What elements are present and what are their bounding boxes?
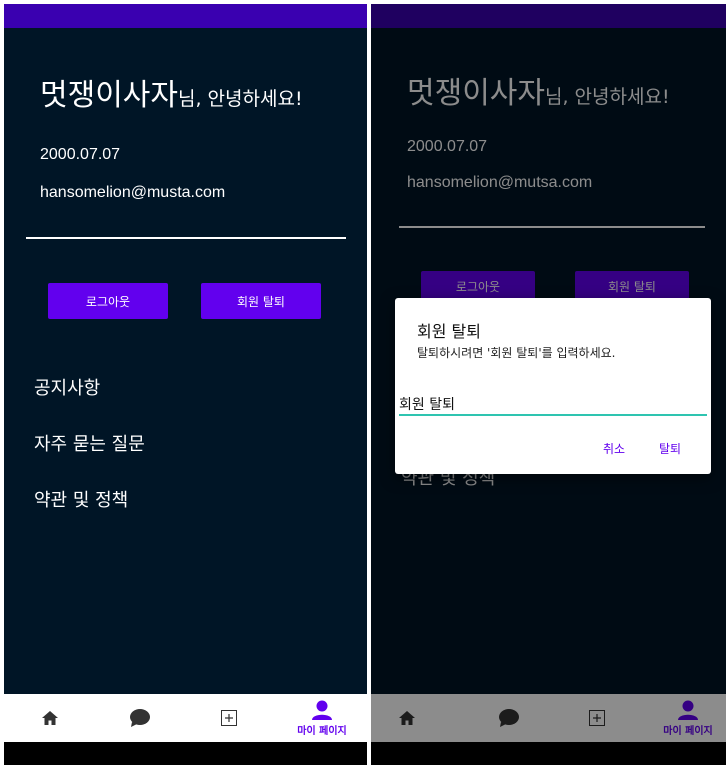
menu-item-terms[interactable]: 약관 및 정책: [34, 486, 128, 512]
withdraw-button[interactable]: 회원 탈퇴: [201, 283, 321, 319]
phone-screen-mypage: 멋쟁이사자님, 안녕하세요! 2000.07.07 hansomelion@mu…: [4, 4, 367, 765]
status-bar: [4, 4, 367, 28]
dialog-message: 탈퇴하시려면 '회원 탈퇴'를 입력하세요.: [417, 346, 616, 360]
menu-item-faq[interactable]: 자주 묻는 질문: [34, 430, 145, 456]
nav-mypage[interactable]: 마이 페이지: [287, 694, 357, 742]
greeting: 멋쟁이사자님, 안녕하세요!: [40, 70, 303, 114]
nav-mypage-label: 마이 페이지: [297, 725, 347, 737]
nav-add[interactable]: [211, 694, 247, 742]
screenshot-stage: 멋쟁이사자님, 안녕하세요! 2000.07.07 hansomelion@mu…: [0, 0, 726, 765]
confirm-withdraw-button[interactable]: 탈퇴: [659, 440, 681, 457]
nav-home[interactable]: [32, 694, 68, 742]
add-box-icon: [221, 710, 237, 726]
phone-screen-withdraw-dialog: 멋쟁이사자님, 안녕하세요! 2000.07.07 hansomelion@mu…: [371, 4, 726, 765]
menu-item-notice[interactable]: 공지사항: [34, 374, 100, 400]
home-icon: [42, 711, 58, 725]
chat-icon: [130, 709, 150, 727]
withdraw-confirm-input[interactable]: 회원 탈퇴: [399, 394, 707, 416]
birthdate: 2000.07.07: [40, 146, 121, 163]
email: hansomelion@musta.com: [40, 184, 226, 201]
cancel-button[interactable]: 취소: [603, 440, 625, 457]
dialog-title: 회원 탈퇴: [417, 322, 481, 341]
divider: [26, 237, 346, 239]
greeting-suffix: 님, 안녕하세요!: [178, 88, 303, 110]
logout-button[interactable]: 로그아웃: [48, 283, 168, 319]
withdraw-dialog: 회원 탈퇴 탈퇴하시려면 '회원 탈퇴'를 입력하세요. 회원 탈퇴 취소 탈퇴: [395, 298, 711, 474]
system-navigation-bar: [4, 742, 367, 765]
user-name: 멋쟁이사자: [40, 78, 178, 113]
person-icon: [312, 700, 332, 720]
nav-chat[interactable]: [122, 694, 158, 742]
bottom-navigation: 마이 페이지: [4, 694, 367, 742]
mypage-content: 멋쟁이사자님, 안녕하세요! 2000.07.07 hansomelion@mu…: [4, 28, 367, 694]
